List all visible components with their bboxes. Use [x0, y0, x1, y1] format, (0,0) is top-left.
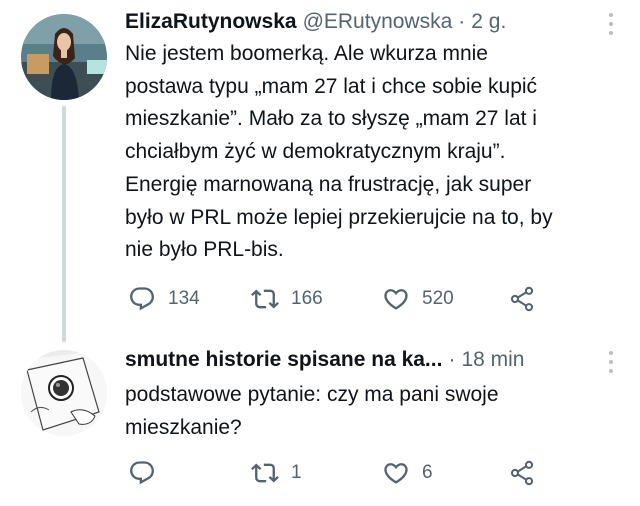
more-icon[interactable]	[608, 13, 614, 37]
timestamp[interactable]: 2 g.	[471, 9, 506, 35]
thread-line	[62, 106, 66, 342]
reply-count: 134	[168, 288, 200, 309]
reply-icon	[130, 461, 154, 485]
like-count: 520	[422, 288, 454, 309]
like-button[interactable]: 520	[382, 283, 454, 315]
tweet-actions: 1 6	[128, 457, 548, 489]
reply-button[interactable]	[128, 457, 168, 489]
more-icon[interactable]	[608, 351, 614, 375]
tweet[interactable]: ElizaRutynowska @ERutynowska · 2 g. Nie …	[0, 0, 640, 342]
tweet-header: smutne historie spisane na ka... · 18 mi…	[125, 347, 600, 373]
separator: ·	[448, 348, 456, 371]
retweet-icon	[251, 289, 279, 309]
like-count: 6	[422, 462, 433, 483]
separator: ·	[458, 10, 466, 33]
tweet-header: ElizaRutynowska @ERutynowska · 2 g.	[125, 9, 600, 35]
share-button[interactable]	[508, 283, 536, 315]
tweet-text: Nie jestem boomerką. Ale wkurza mnie pos…	[125, 42, 553, 262]
share-icon	[510, 286, 534, 312]
retweet-icon	[251, 463, 279, 483]
like-button[interactable]: 6	[382, 457, 433, 489]
heart-icon	[384, 289, 408, 310]
retweet-count: 166	[291, 288, 323, 309]
reply-icon	[130, 287, 154, 311]
retweet-button[interactable]: 166	[251, 283, 323, 315]
author-name[interactable]: ElizaRutynowska	[125, 9, 297, 35]
reply-button[interactable]: 134	[128, 283, 200, 315]
avatar[interactable]	[21, 350, 107, 436]
tweet-actions: 134 166 520	[128, 283, 548, 315]
retweet-count: 1	[291, 462, 302, 483]
tweet-text: podstawowe pytanie: czy ma pani swoje mi…	[125, 383, 499, 439]
share-button[interactable]	[508, 457, 536, 489]
retweet-button[interactable]: 1	[251, 457, 302, 489]
avatar[interactable]	[21, 14, 107, 100]
heart-icon	[384, 463, 408, 484]
author-name[interactable]: smutne historie spisane na ka...	[125, 347, 442, 373]
share-icon	[510, 460, 534, 486]
timestamp[interactable]: 18 min	[461, 347, 524, 373]
author-handle[interactable]: @ERutynowska	[303, 9, 453, 35]
reply-tweet[interactable]: smutne historie spisane na ka... · 18 mi…	[0, 340, 640, 506]
